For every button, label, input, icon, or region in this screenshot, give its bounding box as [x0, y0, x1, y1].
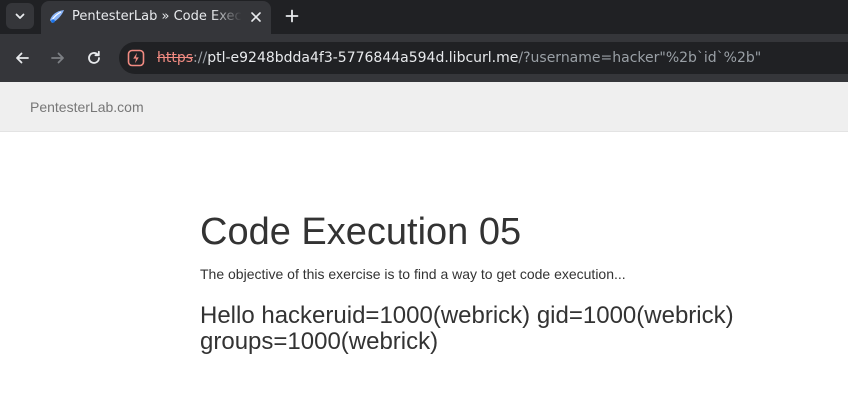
page-title: Code Execution 05: [200, 211, 522, 253]
url-scheme: https: [157, 50, 194, 66]
browser-toolbar: https://ptl-e9248bdda4f3-5776844a594d.li…: [0, 34, 848, 82]
command-output: Hello hackeruid=1000(webrick) gid=1000(w…: [200, 302, 734, 355]
chevron-down-icon: [15, 13, 25, 19]
back-arrow-icon: [16, 52, 29, 64]
objective-text: The objective of this exercise is to fin…: [200, 266, 626, 282]
tab-search-button[interactable]: [6, 3, 34, 29]
reload-icon: [88, 50, 100, 64]
forward-arrow-icon: [51, 52, 64, 64]
browser-tab-active[interactable]: PentesterLab » Code Execution 05: [41, 1, 271, 34]
tab-strip: PentesterLab » Code Execution 05: [0, 0, 848, 34]
brand-link[interactable]: PentesterLab.com: [30, 98, 144, 116]
reload-button[interactable]: [82, 46, 106, 70]
url-separator: ://: [193, 50, 208, 66]
url-path: /?username=hacker"%2b`id`%2b": [518, 50, 762, 66]
url-text[interactable]: https://ptl-e9248bdda4f3-5776844a594d.li…: [157, 49, 761, 67]
pentesterlab-favicon-icon: [50, 10, 64, 23]
not-secure-icon: [127, 49, 145, 67]
new-tab-button[interactable]: [280, 4, 304, 28]
url-host: ptl-e9248bdda4f3-5776844a594d.libcurl.me: [207, 50, 519, 66]
close-icon: [251, 12, 261, 22]
forward-button[interactable]: [46, 46, 70, 70]
site-info-button[interactable]: [126, 48, 146, 68]
address-bar[interactable]: https://ptl-e9248bdda4f3-5776844a594d.li…: [119, 42, 848, 74]
tab-close-button[interactable]: [246, 7, 266, 27]
site-navbar: PentesterLab.com: [0, 82, 848, 132]
plus-icon: [285, 9, 299, 23]
back-button[interactable]: [10, 46, 34, 70]
tab-title: PentesterLab » Code Execution 05: [72, 9, 242, 24]
